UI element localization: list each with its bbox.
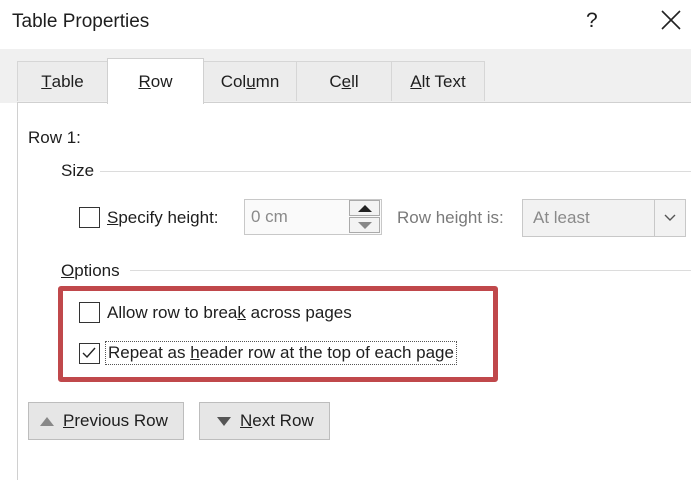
size-group-heading: Size bbox=[61, 161, 95, 180]
options-group-heading: Options bbox=[61, 261, 120, 281]
accel-letter: P bbox=[63, 411, 75, 430]
help-button[interactable]: ? bbox=[586, 9, 598, 33]
options-divider bbox=[130, 270, 691, 271]
tab-cell[interactable]: Ce ll bbox=[296, 61, 392, 101]
specify-height-checkbox[interactable] bbox=[79, 207, 100, 228]
tab-label: C bbox=[329, 71, 342, 91]
triangle-down-icon bbox=[357, 221, 372, 229]
tab-label-accel: T bbox=[41, 71, 52, 91]
tab-label-accel: e bbox=[341, 71, 352, 91]
label-text: pecify height: bbox=[118, 208, 219, 227]
close-icon bbox=[661, 10, 681, 30]
row-height-is-value: At least bbox=[533, 208, 590, 227]
accel-letter: O bbox=[61, 261, 75, 280]
highlight-box bbox=[58, 286, 498, 382]
height-spin-down[interactable] bbox=[349, 217, 380, 233]
triangle-up-icon bbox=[40, 416, 54, 426]
tab-label: lt Text bbox=[421, 71, 466, 91]
height-value: 0 cm bbox=[251, 207, 288, 226]
tab-row[interactable]: Row bbox=[107, 58, 204, 104]
tab-label-accel: R bbox=[138, 71, 151, 91]
tab-label: mn bbox=[255, 71, 280, 91]
tab-label-accel: u bbox=[246, 71, 256, 91]
next-row-button[interactable]: Next Row bbox=[199, 402, 330, 440]
tab-label: ow bbox=[150, 71, 173, 91]
close-button[interactable] bbox=[659, 8, 683, 32]
accel-letter: S bbox=[107, 208, 119, 227]
tab-label-accel: A bbox=[410, 71, 422, 91]
triangle-up-icon bbox=[357, 204, 372, 212]
specify-height-label: Specify height: bbox=[107, 208, 219, 228]
triangle-down-icon bbox=[217, 416, 231, 426]
tab-column[interactable]: Col u mn bbox=[203, 61, 297, 101]
row-height-is-dropdown-button[interactable] bbox=[654, 200, 685, 236]
row-height-is-label: Row height is: bbox=[397, 208, 504, 227]
tab-table[interactable]: Table bbox=[17, 61, 108, 101]
tab-label: able bbox=[51, 71, 84, 91]
tab-label: ll bbox=[351, 71, 359, 91]
previous-row-button[interactable]: Previous Row bbox=[28, 402, 184, 440]
row-number-label: Row 1: bbox=[28, 128, 81, 147]
button-label: ext Row bbox=[252, 411, 314, 430]
height-spin-up[interactable] bbox=[349, 200, 380, 216]
chevron-down-icon bbox=[664, 214, 676, 221]
size-divider bbox=[100, 171, 691, 172]
dialog-title: Table Properties bbox=[12, 11, 150, 32]
tab-label: Col bbox=[220, 71, 247, 91]
accel-letter: N bbox=[240, 411, 253, 430]
tab-alt-text[interactable]: Alt Text bbox=[391, 61, 485, 101]
label-text: ptions bbox=[74, 261, 120, 280]
button-label: revious Row bbox=[74, 411, 168, 430]
